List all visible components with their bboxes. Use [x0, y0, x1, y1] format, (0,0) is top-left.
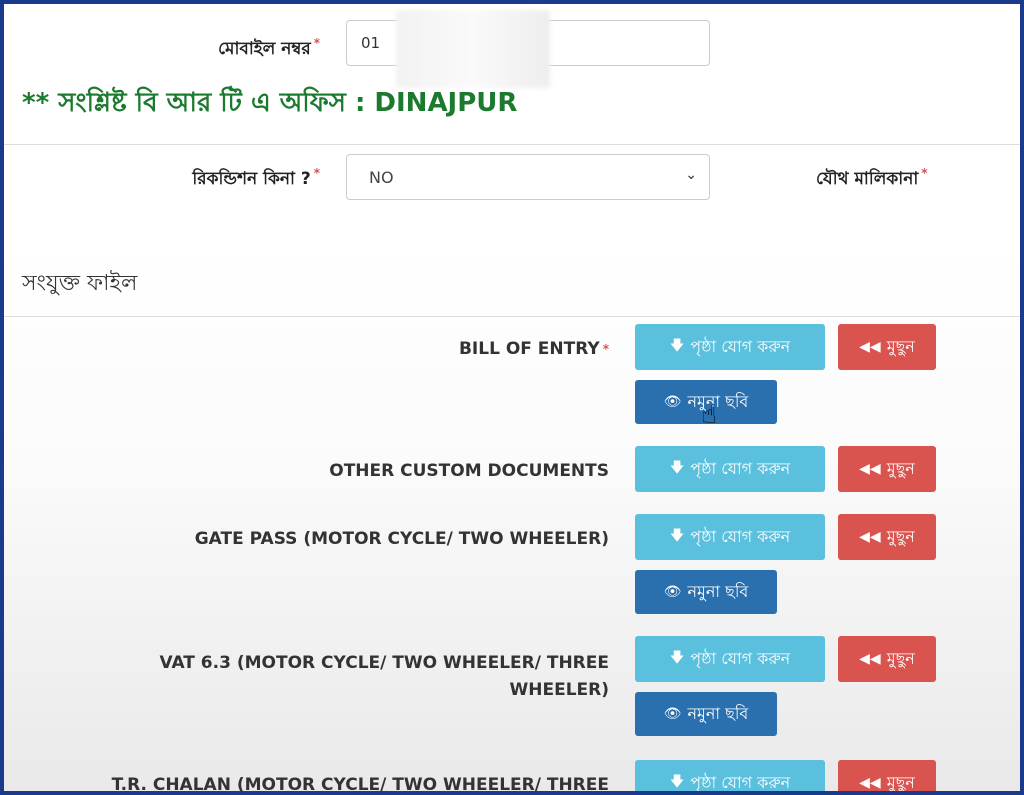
arrow-down-icon: 🡇 [669, 774, 685, 790]
add-page-button[interactable]: 🡇 পৃষ্ঠা যোগ করুন [635, 446, 825, 492]
chevron-down-icon: ⌄ [685, 167, 697, 183]
rewind-icon: ◀◀ [859, 529, 881, 545]
rewind-icon: ◀◀ [859, 461, 881, 477]
delete-button[interactable]: ◀◀ মুছুন [838, 446, 936, 492]
add-page-button[interactable]: 🡇 পৃষ্ঠা যোগ করুন [635, 636, 825, 682]
joint-ownership-label: যৌথ মালিকানা * [816, 166, 928, 189]
rewind-icon: ◀◀ [859, 651, 881, 667]
eye-icon: 👁 [663, 394, 682, 410]
page-frame: মোবাইল নম্বর * 01 ** সংশ্লিষ্ট বি আর টি এ… [4, 4, 1020, 791]
file-label-tr-chalan: T.R. CHALAN (MOTOR CYCLE/ TWO WHEELER/ T… [111, 775, 609, 791]
section-title: সংযুক্ত ফাইল [22, 271, 138, 296]
arrow-down-icon: 🡇 [669, 338, 685, 354]
arrow-down-icon: 🡇 [669, 650, 685, 666]
delete-button[interactable]: ◀◀ মুছুন [838, 636, 936, 682]
recondition-select[interactable]: NO ⌄ [346, 154, 710, 200]
hand-cursor-icon: ☝ [701, 400, 717, 430]
divider [4, 144, 1020, 145]
file-label-bill-of-entry: BILL OF ENTRY * [458, 339, 609, 359]
delete-button[interactable]: ◀◀ মুছুন [838, 760, 936, 791]
mobile-label: মোবাইল নম্বর * [218, 36, 320, 59]
add-page-button[interactable]: 🡇 পৃষ্ঠা যোগ করুন [635, 514, 825, 560]
divider [4, 316, 1020, 317]
file-label-vat-6-3: VAT 6.3 (MOTOR CYCLE/ TWO WHEELER/ THREE… [159, 653, 609, 700]
eye-icon: 👁 [663, 706, 682, 722]
add-page-button[interactable]: 🡇 পৃষ্ঠা যোগ করুন [635, 760, 825, 791]
file-label-other-custom-documents: OTHER CUSTOM DOCUMENTS [329, 461, 609, 481]
rewind-icon: ◀◀ [859, 339, 881, 355]
delete-button[interactable]: ◀◀ মুছুন [838, 514, 936, 560]
arrow-down-icon: 🡇 [669, 528, 685, 544]
rewind-icon: ◀◀ [859, 775, 881, 791]
sample-image-button[interactable]: 👁 নমুনা ছবি [635, 570, 777, 614]
redacted-area [396, 10, 550, 88]
eye-icon: 👁 [663, 584, 682, 600]
recondition-label: রিকন্ডিশন কিনা ? * [192, 166, 320, 189]
sample-image-button[interactable]: 👁 নমুনা ছবি [635, 692, 777, 736]
arrow-down-icon: 🡇 [669, 460, 685, 476]
brta-office-notice: ** সংশ্লিষ্ট বি আর টি এ অফিস : DINAJPUR [22, 88, 518, 118]
file-label-gate-pass: GATE PASS (MOTOR CYCLE/ TWO WHEELER) [194, 529, 609, 549]
delete-button[interactable]: ◀◀ মুছুন [838, 324, 936, 370]
add-page-button[interactable]: 🡇 পৃষ্ঠা যোগ করুন [635, 324, 825, 370]
